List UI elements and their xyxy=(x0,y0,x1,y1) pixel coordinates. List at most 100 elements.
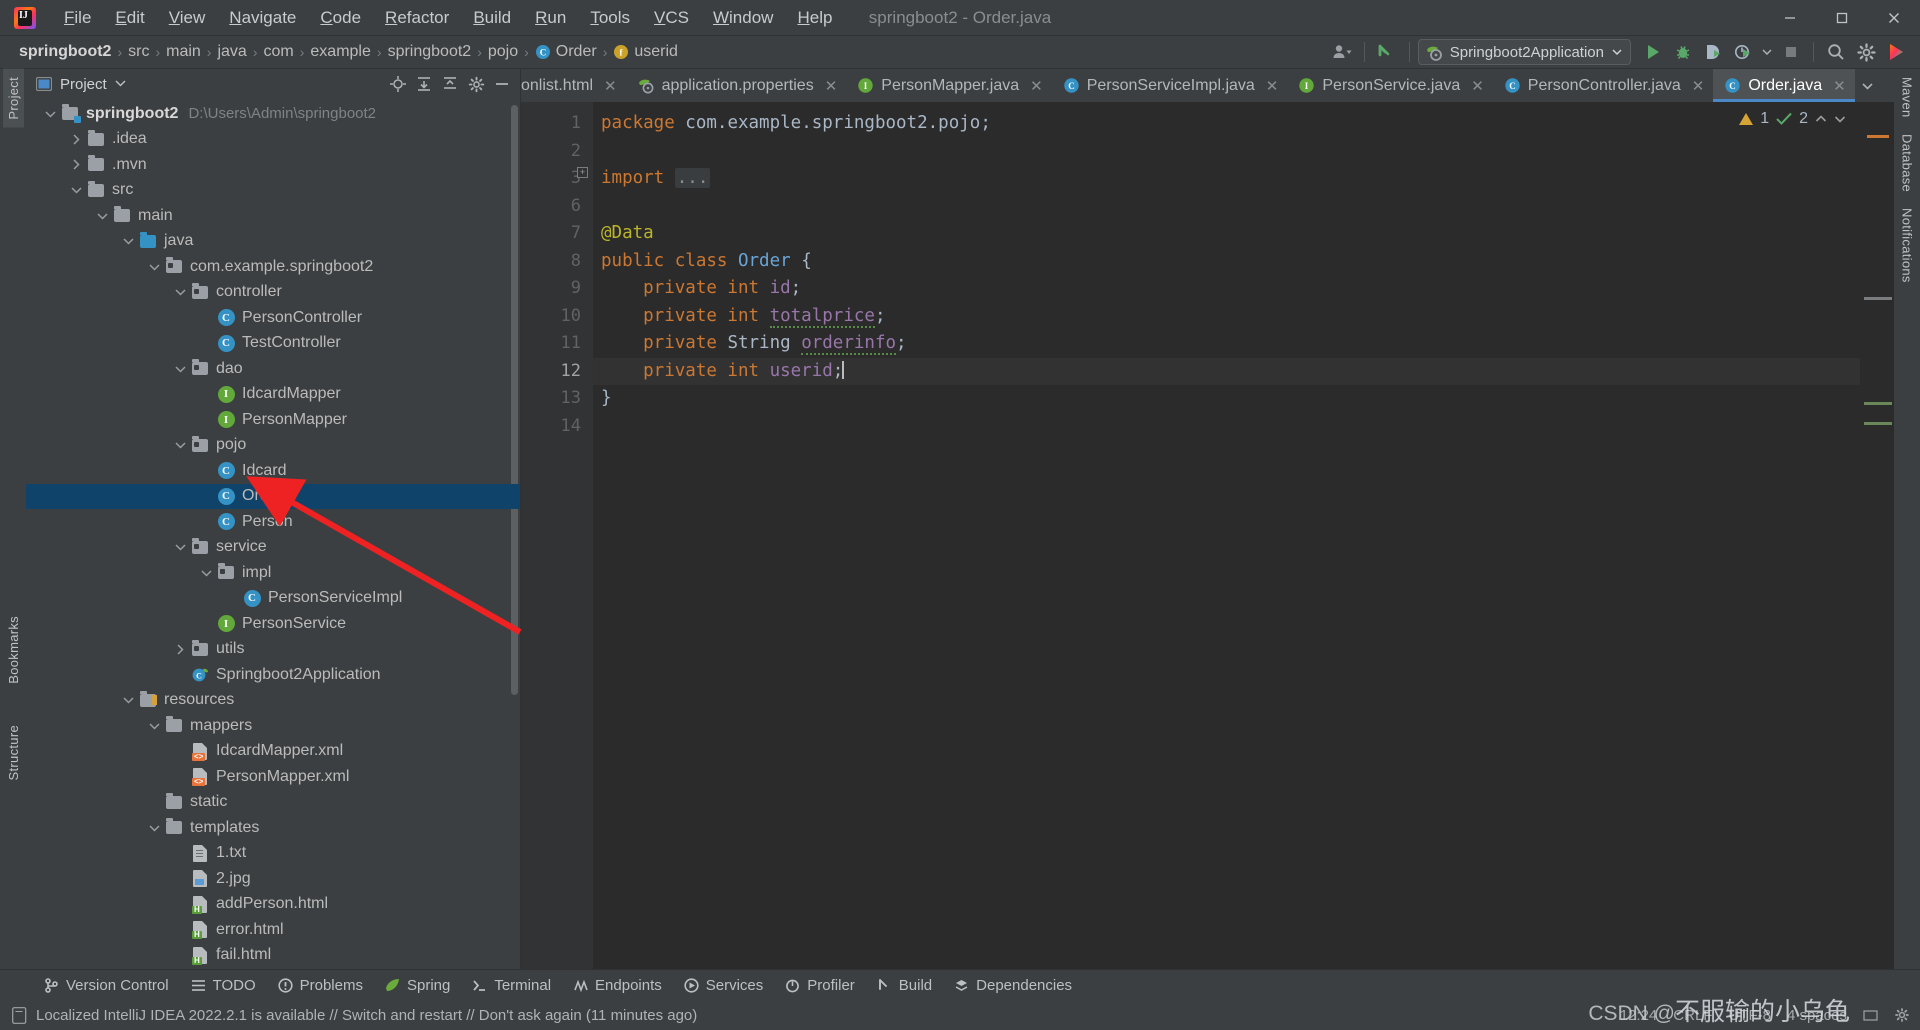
tree-node-personserviceimpl[interactable]: C PersonServiceImpl xyxy=(26,586,520,612)
line-number[interactable]: 8 xyxy=(521,248,593,276)
expand-arrow-down-icon[interactable] xyxy=(170,543,190,551)
menu-bar[interactable]: File Edit View Navigate Code Refactor Build Run… xyxy=(52,5,844,31)
hide-panel-icon[interactable] xyxy=(490,72,514,96)
expand-arrow-down-icon[interactable] xyxy=(118,237,138,245)
expand-arrow-down-icon[interactable] xyxy=(170,441,190,449)
minimize-button[interactable] xyxy=(1764,0,1816,36)
expand-arrow-down-icon[interactable] xyxy=(40,110,60,118)
tree-node-personservice[interactable]: I PersonService xyxy=(26,611,520,637)
run-button[interactable] xyxy=(1639,39,1667,65)
code-line[interactable]: private String orderinfo; xyxy=(593,330,1860,358)
line-number[interactable]: 14 xyxy=(521,413,593,441)
expand-arrow-down-icon[interactable] xyxy=(66,186,86,194)
tree-node-idcardmapper-xml[interactable]: <> IdcardMapper.xml xyxy=(26,739,520,765)
menu-item-view[interactable]: View xyxy=(157,5,218,31)
ide-updates-icon[interactable] xyxy=(1882,39,1910,65)
caret-position[interactable]: 12:24 xyxy=(1620,1007,1658,1024)
breadcrumb-item-example[interactable]: example xyxy=(305,41,375,63)
editor-tab-personmapper-java[interactable]: I PersonMapper.java ✕ xyxy=(846,69,1051,102)
expand-arrow-down-icon[interactable] xyxy=(196,569,216,577)
tree-node-pojo[interactable]: pojo xyxy=(26,433,520,459)
line-number[interactable]: 6 xyxy=(521,193,593,221)
close-tab-icon[interactable]: ✕ xyxy=(1833,77,1846,95)
code-line[interactable] xyxy=(593,193,1860,221)
breadcrumb-item-Order[interactable]: C Order xyxy=(530,41,602,63)
close-tab-icon[interactable]: ✕ xyxy=(1266,77,1279,95)
code-line[interactable]: private int userid; xyxy=(593,357,1860,385)
run-configuration-selector[interactable]: Springboot2Application xyxy=(1417,39,1631,65)
tool-tab-project[interactable]: Project xyxy=(2,69,24,128)
line-number[interactable]: 7 xyxy=(521,220,593,248)
code-content[interactable]: package com.example.springboot2.pojo; im… xyxy=(593,102,1860,969)
close-tab-icon[interactable]: ✕ xyxy=(1692,77,1705,95)
indent-size[interactable]: 4 spaces xyxy=(1787,1007,1847,1024)
collapse-all-icon[interactable] xyxy=(438,72,462,96)
editor-tab-order-java[interactable]: C Order.java ✕ xyxy=(1713,69,1856,102)
tree-node-impl[interactable]: impl xyxy=(26,560,520,586)
debug-button[interactable] xyxy=(1669,39,1697,65)
file-encoding[interactable]: UTF-8 xyxy=(1728,1007,1771,1024)
more-options-icon[interactable] xyxy=(1883,71,1894,101)
expand-arrow-down-icon[interactable] xyxy=(144,263,164,271)
code-line[interactable]: } xyxy=(593,385,1860,413)
tree-node-personmapper[interactable]: I PersonMapper xyxy=(26,407,520,433)
tree-node--idea[interactable]: .idea xyxy=(26,127,520,153)
expand-arrow-right-icon[interactable] xyxy=(66,134,86,145)
update-project-icon[interactable] xyxy=(1373,39,1401,65)
breadcrumb-item-com[interactable]: com xyxy=(259,41,299,63)
maximize-button[interactable] xyxy=(1816,0,1868,36)
project-tree[interactable]: springboot2 D:\Users\Admin\springboot2 .id… xyxy=(26,99,520,969)
run-with-coverage-button[interactable] xyxy=(1699,39,1727,65)
tool-tab-maven[interactable]: Maven xyxy=(1897,69,1918,126)
menu-item-help[interactable]: Help xyxy=(785,5,844,31)
menu-item-edit[interactable]: Edit xyxy=(103,5,156,31)
tree-node-index-jsp[interactable]: Jindex.jsp xyxy=(26,968,520,969)
code-editor[interactable]: + 1 2 3 6 7 8 9 10 11 12 13 14 package com.example.… xyxy=(521,102,1894,969)
tree-node-2-jpg[interactable]: 2.jpg xyxy=(26,866,520,892)
tree-node-service[interactable]: service xyxy=(26,535,520,561)
editor-tab-personservice-java[interactable]: I PersonService.java ✕ xyxy=(1287,69,1492,102)
status-gear-icon[interactable] xyxy=(1894,1007,1910,1023)
menu-item-navigate[interactable]: Navigate xyxy=(217,5,308,31)
menu-item-code[interactable]: Code xyxy=(308,5,373,31)
line-number[interactable]: 2 xyxy=(521,138,593,166)
line-number[interactable]: 1 xyxy=(521,110,593,138)
line-number[interactable]: 11 xyxy=(521,330,593,358)
tree-node-idcardmapper[interactable]: I IdcardMapper xyxy=(26,382,520,408)
tree-node-resources[interactable]: resources xyxy=(26,688,520,714)
tree-node-order[interactable]: C Order xyxy=(26,483,520,509)
tree-node-springboot2[interactable]: springboot2 D:\Users\Admin\springboot2 xyxy=(26,101,520,127)
stop-button[interactable] xyxy=(1777,39,1805,65)
menu-item-window[interactable]: Window xyxy=(701,5,785,31)
bottom-tab-todo[interactable]: TODO xyxy=(181,974,266,997)
menu-item-tools[interactable]: Tools xyxy=(578,5,642,31)
tree-node-java[interactable]: java xyxy=(26,229,520,255)
tree-node-main[interactable]: main xyxy=(26,203,520,229)
chevron-down-icon[interactable] xyxy=(1834,114,1846,124)
chevron-down-icon[interactable] xyxy=(1855,71,1881,101)
tree-node-person[interactable]: C Person xyxy=(26,509,520,535)
tool-tab-structure[interactable]: Structure xyxy=(3,717,24,788)
editor-tab-onlist-html[interactable]: onlist.html ✕ xyxy=(521,69,626,102)
editor-tab-application-properties[interactable]: application.properties ✕ xyxy=(626,69,847,102)
line-number[interactable]: 12 xyxy=(521,358,593,386)
memory-indicator-icon[interactable] xyxy=(1863,1008,1878,1023)
breadcrumb-item-springboot2[interactable]: springboot2 xyxy=(14,41,116,63)
breadcrumb[interactable]: springboot2 › src › main › java › com › example › sp… xyxy=(0,41,683,63)
code-line[interactable]: private int id; xyxy=(593,275,1860,303)
expand-arrow-down-icon[interactable] xyxy=(118,696,138,704)
close-tab-icon[interactable]: ✕ xyxy=(1030,77,1043,95)
gear-icon[interactable] xyxy=(1852,39,1880,65)
line-number[interactable]: 9 xyxy=(521,275,593,303)
tree-node-templates[interactable]: templates xyxy=(26,815,520,841)
tree-node-src[interactable]: src xyxy=(26,178,520,204)
inspection-widget[interactable]: 1 2 xyxy=(1739,110,1846,128)
close-tab-icon[interactable]: ✕ xyxy=(1471,77,1484,95)
line-number[interactable]: 13 xyxy=(521,385,593,413)
close-tab-icon[interactable]: ✕ xyxy=(825,77,838,95)
tree-node-testcontroller[interactable]: C TestController xyxy=(26,331,520,357)
profiler-dropdown-icon[interactable] xyxy=(1759,39,1775,65)
editor-tab-personcontroller-java[interactable]: C PersonController.java ✕ xyxy=(1493,69,1714,102)
tree-node-idcard[interactable]: C Idcard xyxy=(26,458,520,484)
chevron-up-icon[interactable] xyxy=(1815,114,1827,124)
